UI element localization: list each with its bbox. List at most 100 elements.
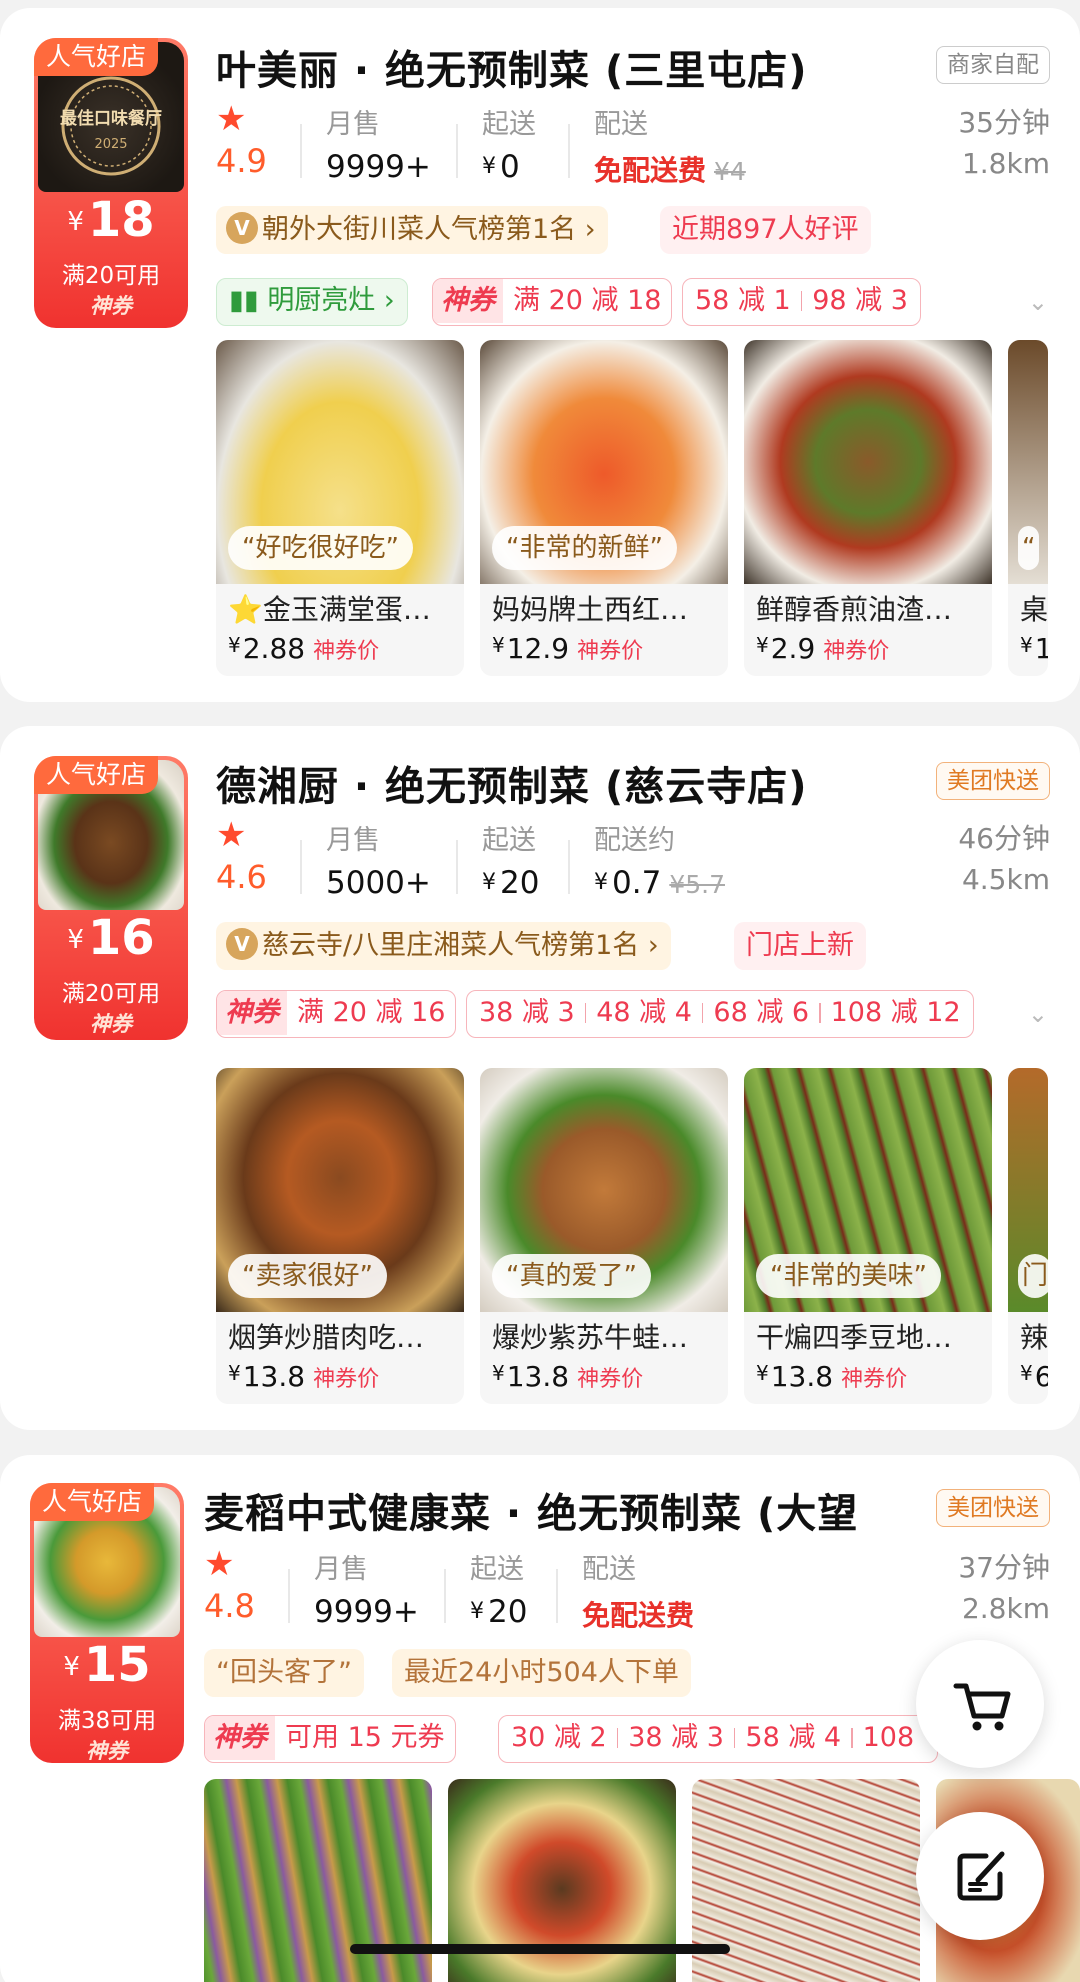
dish-review-quote: “真的爱了” [492, 1254, 651, 1298]
dish-image [744, 340, 992, 584]
coupon-amount: ¥18 [67, 192, 155, 248]
monthly-sales: 月售 5000+ [326, 825, 431, 901]
dish-card[interactable]: 鲜醇香煎油渣… ¥2.9 神券价 [744, 340, 992, 676]
popular-tag: 人气好店 [34, 756, 159, 794]
distance: 2.8km [961, 1592, 1050, 1625]
edit-button[interactable] [916, 1812, 1044, 1940]
coupon-god-label: 神券 [86, 1739, 128, 1763]
dish-review-quote: “非常的新鲜” [492, 526, 677, 570]
dish-price: ¥13.8 神券价 [492, 1360, 644, 1393]
dish-review-quote: “卖家很好” [228, 1254, 387, 1298]
review-badge: 近期897人好评 [660, 206, 871, 254]
svg-text:2025: 2025 [94, 137, 127, 152]
cart-button[interactable] [916, 1640, 1044, 1768]
review-quote-chip: “回头客了” [204, 1649, 364, 1697]
time-distance: 35分钟 1.8km [958, 102, 1050, 184]
min-order: 起送 ¥0 [482, 109, 536, 185]
coupon-amount: ¥16 [67, 910, 155, 966]
edit-icon [957, 1851, 1005, 1901]
distance: 4.5km [961, 863, 1050, 896]
delivery-time: 35分钟 [958, 106, 1050, 139]
god-label: 神券 [205, 1716, 275, 1760]
dish-review-quote: “非常的美味” [756, 1254, 941, 1298]
popular-tag: 人气好店 [34, 38, 159, 76]
coupon-condition: 满20可用 [61, 263, 161, 289]
dish-card[interactable]: “非常的美味” 干煸四季豆地… ¥13.8 神券价 [744, 1068, 992, 1404]
medal-icon: V [226, 928, 258, 960]
delivery-type-badge: 商家自配 [936, 46, 1050, 84]
star-icon: ★ [216, 815, 247, 855]
time-distance: 46分钟 4.5km [958, 818, 1050, 900]
rating: ★ 4.6 [216, 815, 267, 896]
dish-name: 辣 [1020, 1321, 1048, 1354]
orders-badge: 最近24小时504人下单 [392, 1649, 691, 1697]
rating: ★ 4.9 [216, 99, 267, 180]
min-order: 起送 ¥20 [482, 825, 540, 901]
rank-chip[interactable]: V 朝外大街川菜人气榜第1名 › [216, 206, 608, 254]
dish-name: 妈妈牌土西红… [492, 593, 689, 626]
chevron-down-icon[interactable]: ⌄ [1028, 288, 1048, 316]
discount-chip[interactable]: 58 减 1 98 减 3 [682, 278, 921, 326]
delivery-type-badge: 美团快送 [936, 762, 1050, 800]
dish-review-quote: “ [1018, 526, 1040, 570]
delivery-time: 46分钟 [958, 822, 1050, 855]
dish-card[interactable]: “非常的新鲜” 妈妈牌土西红… ¥12.9 神券价 [480, 340, 728, 676]
kitchen-chip[interactable]: ▮▮ 明厨亮灶 › [216, 278, 408, 326]
logo-text: 最佳口味餐厅 [60, 108, 162, 129]
min-order: 起送 ¥20 [470, 1554, 528, 1630]
store-stats: ★ 4.6 月售 5000+ 起送 ¥20 配送约 ¥0.7 ¥5.7 [216, 818, 816, 910]
store-name[interactable]: 麦稻中式健康菜 · 绝无预制菜 (大望 [204, 1481, 888, 1539]
delivery-fee: 配送约 ¥0.7 ¥5.7 [594, 825, 725, 901]
dish-price: ¥2.9 神券价 [756, 632, 890, 665]
dish-name: ⭐金玉满堂蛋… [228, 593, 431, 626]
dish-name: 干煸四季豆地… [756, 1321, 953, 1354]
time-distance: 37分钟 2.8km [958, 1547, 1050, 1629]
store-card-2[interactable]: 人气好店 ¥16 满20可用 神券 德湘厨 · 绝无预制菜 (慈云寺店) 美团快… [0, 726, 1080, 1430]
god-coupon-chip[interactable]: 神券满 20 减 16 [216, 990, 457, 1038]
dish-name: 烟笋炒腊肉吃… [228, 1321, 425, 1354]
dish-review-quote: 门 [1018, 1254, 1048, 1298]
cart-icon [953, 1683, 1011, 1731]
monthly-sales: 月售 9999+ [326, 109, 431, 185]
coupon-amount: ¥15 [63, 1637, 151, 1693]
popular-tag: 人气好店 [30, 1483, 155, 1521]
store-coupon-badge[interactable]: 人气好店 ¥16 满20可用 神券 [34, 756, 188, 1040]
god-coupon-chip[interactable]: 神券满 20 减 18 [432, 278, 673, 326]
store-stats: ★ 4.8 月售 9999+ 起送 ¥20 配送 免配送费 [204, 1547, 804, 1639]
delivery-type-badge: 美团快送 [936, 1489, 1050, 1527]
chevron-down-icon[interactable]: ⌄ [1028, 1000, 1048, 1028]
store-card-1[interactable]: 最佳口味餐厅 2025 人气好店 ¥18 满20可用 神券 叶美丽 · 绝无预制… [0, 8, 1080, 702]
dish-price: ¥13.8 神券价 [228, 1360, 380, 1393]
chart-icon: ▮▮ [229, 285, 268, 316]
dish-card[interactable]: “真的爱了” 爆炒紫苏牛蛙… ¥13.8 神券价 [480, 1068, 728, 1404]
store-name[interactable]: 德湘厨 · 绝无预制菜 (慈云寺店) [216, 754, 916, 812]
coupon-god-label: 神券 [90, 1012, 132, 1036]
dish-card[interactable]: 门 辣 ¥6 [1008, 1068, 1048, 1404]
store-coupon-badge[interactable]: 人气好店 ¥15 满38可用 神券 [30, 1483, 184, 1763]
dish-price: ¥2.88 神券价 [228, 632, 380, 665]
dish-review-quote: “好吃很好吃” [228, 526, 413, 570]
god-label: 神券 [217, 991, 287, 1035]
home-indicator[interactable] [350, 1944, 730, 1954]
rank-chip[interactable]: V 慈云寺/八里庄湘菜人气榜第1名 › [216, 922, 671, 970]
dish-card[interactable]: “好吃很好吃” ⭐金玉满堂蛋… ¥2.88 神券价 [216, 340, 464, 676]
god-coupon-chip[interactable]: 神券 可用 15 元券 [204, 1715, 456, 1763]
delivery-time: 37分钟 [958, 1551, 1050, 1584]
store-name[interactable]: 叶美丽 · 绝无预制菜 (三里屯店) [216, 38, 916, 96]
monthly-sales: 月售 9999+ [314, 1554, 419, 1630]
store-coupon-badge[interactable]: 最佳口味餐厅 2025 人气好店 ¥18 满20可用 神券 [34, 38, 188, 328]
new-items-badge: 门店上新 [734, 922, 866, 970]
dish-card[interactable]: “卖家很好” 烟笋炒腊肉吃… ¥13.8 神券价 [216, 1068, 464, 1404]
discount-chip[interactable]: 38 减 3 48 减 4 68 减 6 108 减 12 [466, 990, 974, 1038]
dish-price: ¥12.9 神券价 [492, 632, 644, 665]
dish-card[interactable]: “ 桌 ¥1 [1008, 340, 1048, 676]
discount-chip[interactable]: 30 减 2 38 减 3 58 减 4 108 [498, 1715, 938, 1763]
distance: 1.8km [961, 147, 1050, 180]
dish-name: 鲜醇香煎油渣… [756, 593, 953, 626]
coupon-condition: 满38可用 [57, 1708, 157, 1734]
store-stats: ★ 4.9 月售 9999+ 起送 ¥0 配送 免配送费 ¥4 [216, 102, 816, 194]
delivery-fee: 配送 免配送费 ¥4 [594, 109, 746, 187]
god-label: 神券 [433, 279, 503, 323]
dish-name: 爆炒紫苏牛蛙… [492, 1321, 689, 1354]
dish-price: ¥13.8 神券价 [756, 1360, 908, 1393]
